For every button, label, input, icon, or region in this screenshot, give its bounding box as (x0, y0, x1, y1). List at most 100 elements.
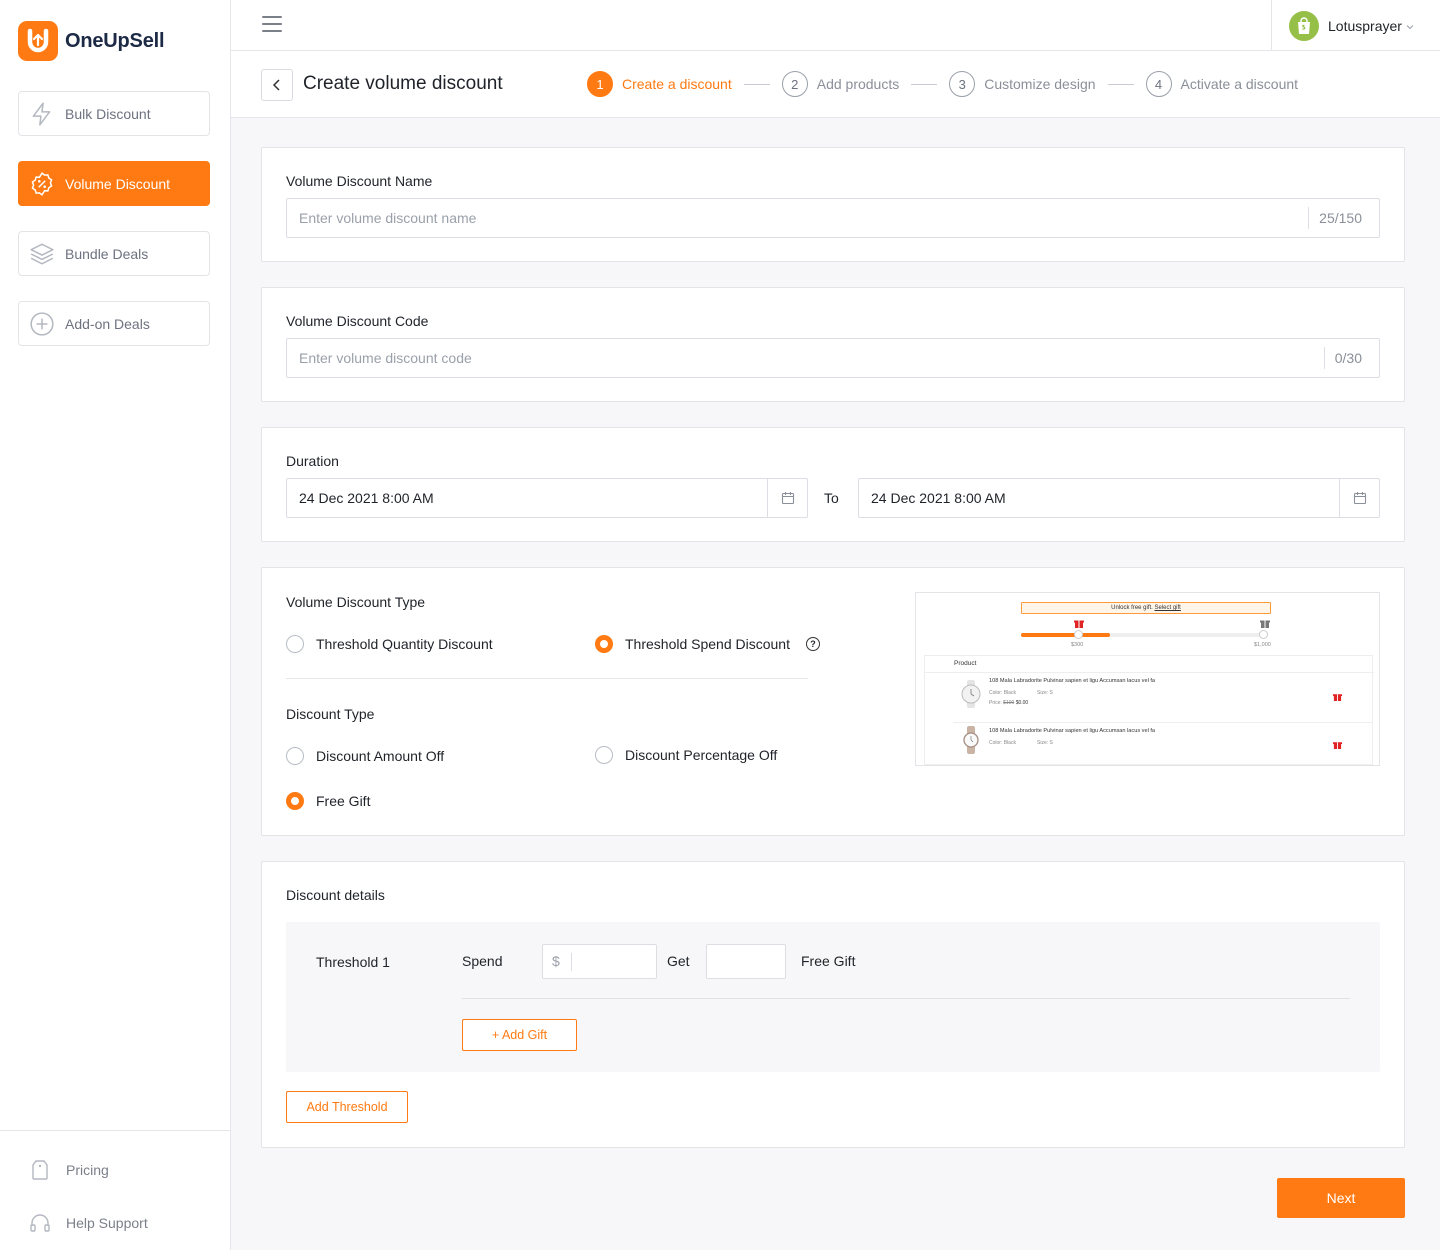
watch-icon (961, 680, 981, 708)
calendar-icon[interactable] (1339, 479, 1379, 517)
step-connector (1107, 83, 1134, 85)
step-label: Create a discount (622, 76, 732, 92)
divider (571, 953, 572, 971)
layers-icon (30, 242, 54, 265)
step-connector (911, 83, 938, 85)
divider (925, 672, 1374, 673)
volume-discount-type-label: Volume Discount Type (286, 594, 426, 610)
step-label: Add products (816, 76, 900, 92)
radio-percentage-off[interactable]: Discount Percentage Off (595, 746, 777, 764)
sidebar-link-pricing[interactable]: Pricing (28, 1158, 109, 1182)
discount-type-label: Discount Type (286, 706, 375, 722)
preview-price-low: $300 (1071, 642, 1084, 648)
chevron-down-icon (1406, 24, 1414, 29)
to-label: To (824, 490, 839, 506)
user-name: Lotusprayer (1328, 17, 1402, 34)
radio-free-gift[interactable]: Free Gift (286, 792, 370, 810)
preview-banner: Unlock free gift. Select gift (1021, 602, 1271, 614)
preview-old-price: $100 (1003, 700, 1015, 706)
pricing-label: Pricing (66, 1162, 109, 1178)
radio-amount-off[interactable]: Discount Amount Off (286, 747, 444, 765)
sidebar-item-bulk-discount[interactable]: Bulk Discount (18, 91, 210, 136)
preview-row-color: Color: Black (989, 740, 1016, 746)
widget-preview: Unlock free gift. Select gift $300 $1,00… (915, 592, 1380, 766)
char-counter: 0/30 (1323, 347, 1379, 369)
spend-amount-input[interactable]: $ (542, 944, 657, 979)
gift-icon (1074, 620, 1084, 628)
radio-button[interactable] (286, 747, 304, 765)
radio-label: Discount Amount Off (316, 748, 445, 764)
spend-label: Spend (462, 953, 503, 969)
threshold-label: Threshold 1 (316, 954, 390, 970)
preview-progress-marker (1259, 630, 1268, 639)
end-date-value: 24 Dec 2021 8:00 AM (871, 490, 1006, 506)
preview-row-color: Color: Black (989, 690, 1016, 696)
sidebar-item-label: Volume Discount (65, 175, 171, 192)
percent-badge-icon (31, 171, 53, 196)
preview-table-header: Product (954, 660, 977, 667)
step-activate-discount: 4 Activate a discount (1145, 71, 1298, 97)
preview-banner-link: Select gift (1154, 605, 1181, 611)
sidebar-item-label: Add-on Deals (65, 315, 150, 332)
preview-row-size: Size: S (1037, 740, 1053, 746)
gift-icon (1333, 694, 1342, 701)
user-menu[interactable]: Lotusprayer (1271, 0, 1440, 51)
start-date-value: 24 Dec 2021 8:00 AM (299, 490, 434, 506)
discount-code-label: Volume Discount Code (286, 313, 429, 329)
preview-row-title: 108 Mala Labradorite Pulvinar sapien et … (989, 678, 1156, 684)
gift-icon-locked (1260, 620, 1270, 628)
discount-code-placeholder: Enter volume discount code (299, 350, 472, 366)
preview-progress-track (1021, 633, 1265, 637)
radio-button[interactable] (286, 792, 304, 810)
step-number: 2 (781, 71, 808, 97)
radio-button[interactable] (286, 635, 304, 653)
preview-new-price: $0.00 (1015, 700, 1029, 706)
preview-price-label: Price: (989, 700, 1002, 706)
help-icon[interactable]: ? (806, 637, 820, 651)
end-date-picker[interactable]: 24 Dec 2021 8:00 AM (858, 478, 1380, 518)
preview-row-price: Price: $100 $0.00 (989, 700, 1028, 706)
page-title: Create volume discount (303, 73, 503, 94)
duration-card: Duration 24 Dec 2021 8:00 AM To 24 Dec 2… (261, 427, 1405, 542)
radio-threshold-spend[interactable]: Threshold Spend Discount ? (595, 635, 820, 653)
preview-row: 108 Mala Labradorite Pulvinar sapien et … (925, 674, 1374, 722)
get-label: Get (667, 953, 690, 969)
start-date-picker[interactable]: 24 Dec 2021 8:00 AM (286, 478, 808, 518)
preview-row-title: 108 Mala Labradorite Pulvinar sapien et … (989, 728, 1156, 734)
radio-label: Threshold Quantity Discount (316, 636, 493, 652)
step-number: 3 (949, 71, 976, 97)
radio-button[interactable] (595, 635, 613, 653)
add-threshold-button[interactable]: Add Threshold (286, 1091, 408, 1123)
discount-name-input[interactable]: Enter volume discount name 25/150 (286, 198, 1380, 238)
discount-code-card: Volume Discount Code Enter volume discou… (261, 287, 1405, 402)
sidebar-link-help-support[interactable]: Help Support (28, 1211, 148, 1235)
sidebar-item-volume-discount[interactable]: Volume Discount (18, 161, 210, 206)
char-counter: 25/150 (1308, 207, 1379, 229)
sidebar-item-add-on-deals[interactable]: Add-on Deals (18, 301, 210, 346)
sidebar-item-bundle-deals[interactable]: Bundle Deals (18, 231, 210, 276)
next-button[interactable]: Next (1277, 1178, 1405, 1218)
add-gift-button[interactable]: + Add Gift (462, 1019, 577, 1051)
discount-name-placeholder: Enter volume discount name (299, 210, 477, 226)
preview-price-high: $1,000 (1254, 642, 1271, 648)
preview-table: Product 108 Mala Labradorite Pulvinar sa… (924, 655, 1374, 765)
discount-code-input[interactable]: Enter volume discount code 0/30 (286, 338, 1380, 378)
radio-button[interactable] (595, 746, 613, 764)
threshold-row: Threshold 1 Spend $ Get Free Gift + Add … (286, 922, 1380, 1072)
back-button[interactable] (261, 69, 293, 101)
free-gift-label: Free Gift (801, 953, 856, 969)
radio-threshold-quantity[interactable]: Threshold Quantity Discount (286, 635, 493, 653)
help-support-label: Help Support (66, 1215, 148, 1231)
divider (953, 722, 1373, 723)
step-number: 4 (1145, 71, 1172, 97)
discount-name-label: Volume Discount Name (286, 173, 433, 189)
radio-label: Discount Percentage Off (625, 747, 778, 763)
menu-icon[interactable] (262, 16, 282, 34)
sidebar-divider (0, 1130, 230, 1131)
price-tag-icon (32, 1160, 48, 1180)
calendar-icon[interactable] (767, 479, 807, 517)
gift-quantity-input[interactable] (706, 944, 786, 979)
step-number: 1 (587, 71, 613, 97)
brand-logo[interactable]: OneUpSell (18, 21, 165, 61)
preview-banner-text: Unlock free gift. (1111, 605, 1153, 611)
